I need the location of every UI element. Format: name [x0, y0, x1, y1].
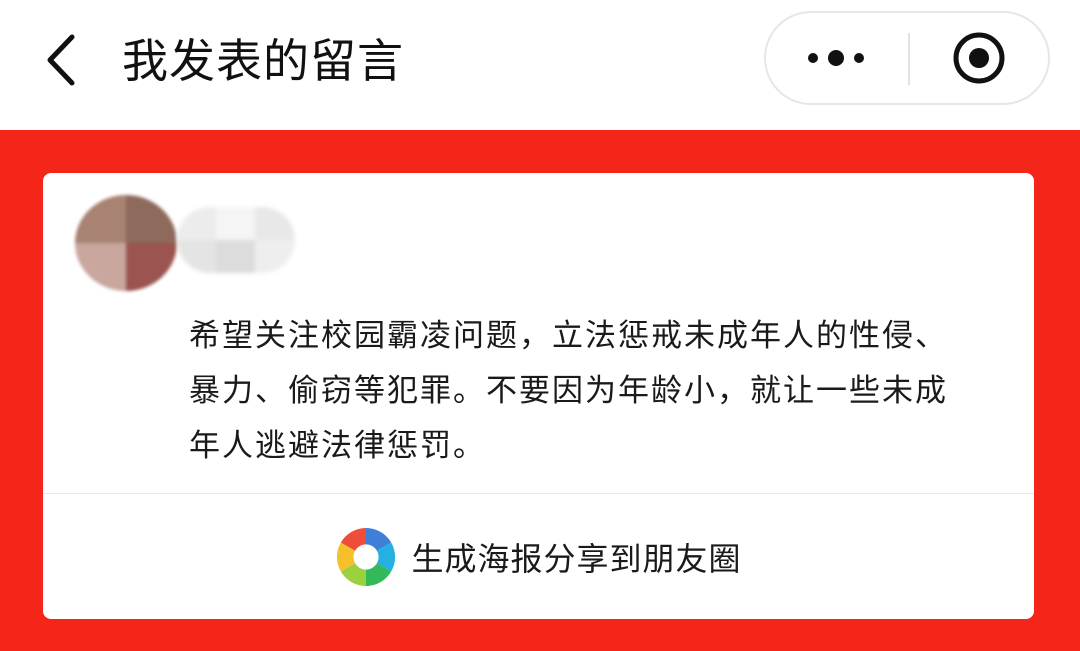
chevron-left-icon — [47, 34, 75, 86]
share-label: 生成海报分享到朋友圈 — [411, 539, 742, 578]
avatar[interactable] — [75, 195, 177, 291]
more-dots-icon — [808, 50, 864, 66]
mini-program-capsule — [764, 11, 1050, 105]
nav-bar: 我发表的留言 — [0, 0, 1080, 130]
close-button[interactable] — [910, 13, 1048, 103]
target-circle-icon — [953, 32, 1005, 84]
comment-text: 希望关注校园霸凌问题，立法惩戒未成年人的性侵、暴力、偷窃等犯罪。不要因为年龄小，… — [189, 318, 948, 464]
aperture-icon — [337, 527, 396, 586]
page-title: 我发表的留言 — [122, 34, 404, 88]
back-button[interactable] — [34, 28, 90, 92]
comment-card: 希望关注校园霸凌问题，立法惩戒未成年人的性侵、暴力、偷窃等犯罪。不要因为年龄小，… — [43, 173, 1034, 619]
more-button[interactable] — [766, 13, 908, 103]
share-poster-button[interactable]: 生成海报分享到朋友圈 — [43, 494, 1034, 619]
nickname-blurred — [177, 207, 295, 273]
